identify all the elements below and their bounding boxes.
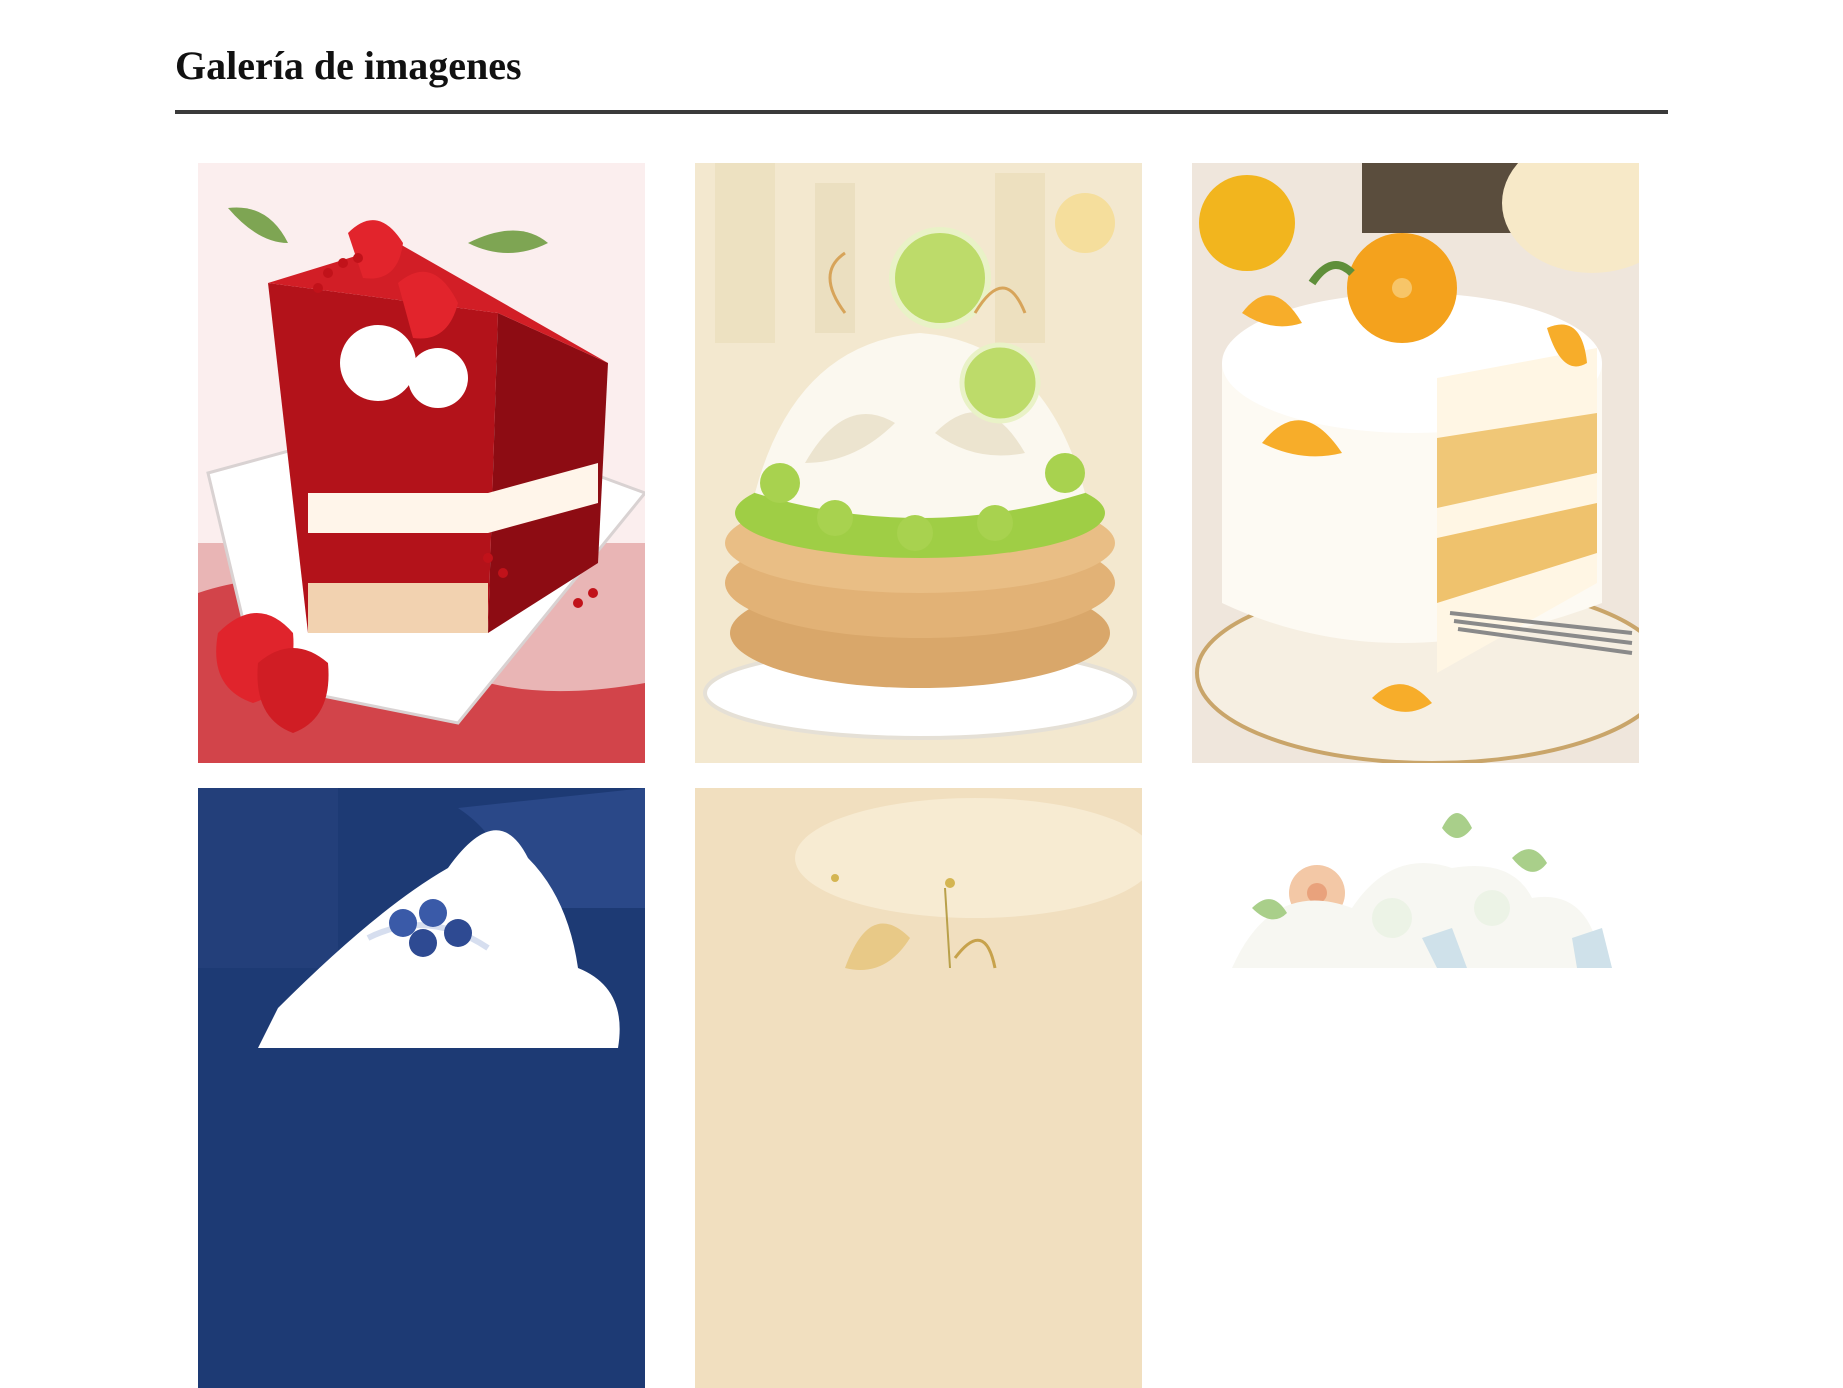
gallery-image-strawberry-cake[interactable]	[198, 163, 645, 763]
page-header: Galería de imagenes	[175, 42, 1668, 114]
gallery-image-floral-cake[interactable]	[1192, 788, 1639, 1388]
gallery-image-orange-cake[interactable]	[1192, 163, 1639, 763]
page: Galería de imagenes	[0, 0, 1843, 1388]
gallery-image-lime-pie[interactable]	[695, 163, 1142, 763]
gallery-image-golden-meringue[interactable]	[695, 788, 1142, 1388]
orange-cake-image	[1192, 163, 1639, 763]
lime-pie-image	[695, 163, 1142, 763]
golden-meringue-image	[695, 788, 1142, 1388]
floral-cake-image	[1192, 788, 1639, 1388]
strawberry-cake-image	[198, 163, 645, 763]
image-gallery	[198, 163, 1639, 1388]
blueberry-cream-image	[198, 788, 645, 1388]
gallery-image-blueberry-cream[interactable]	[198, 788, 645, 1388]
page-title: Galería de imagenes	[175, 43, 522, 88]
